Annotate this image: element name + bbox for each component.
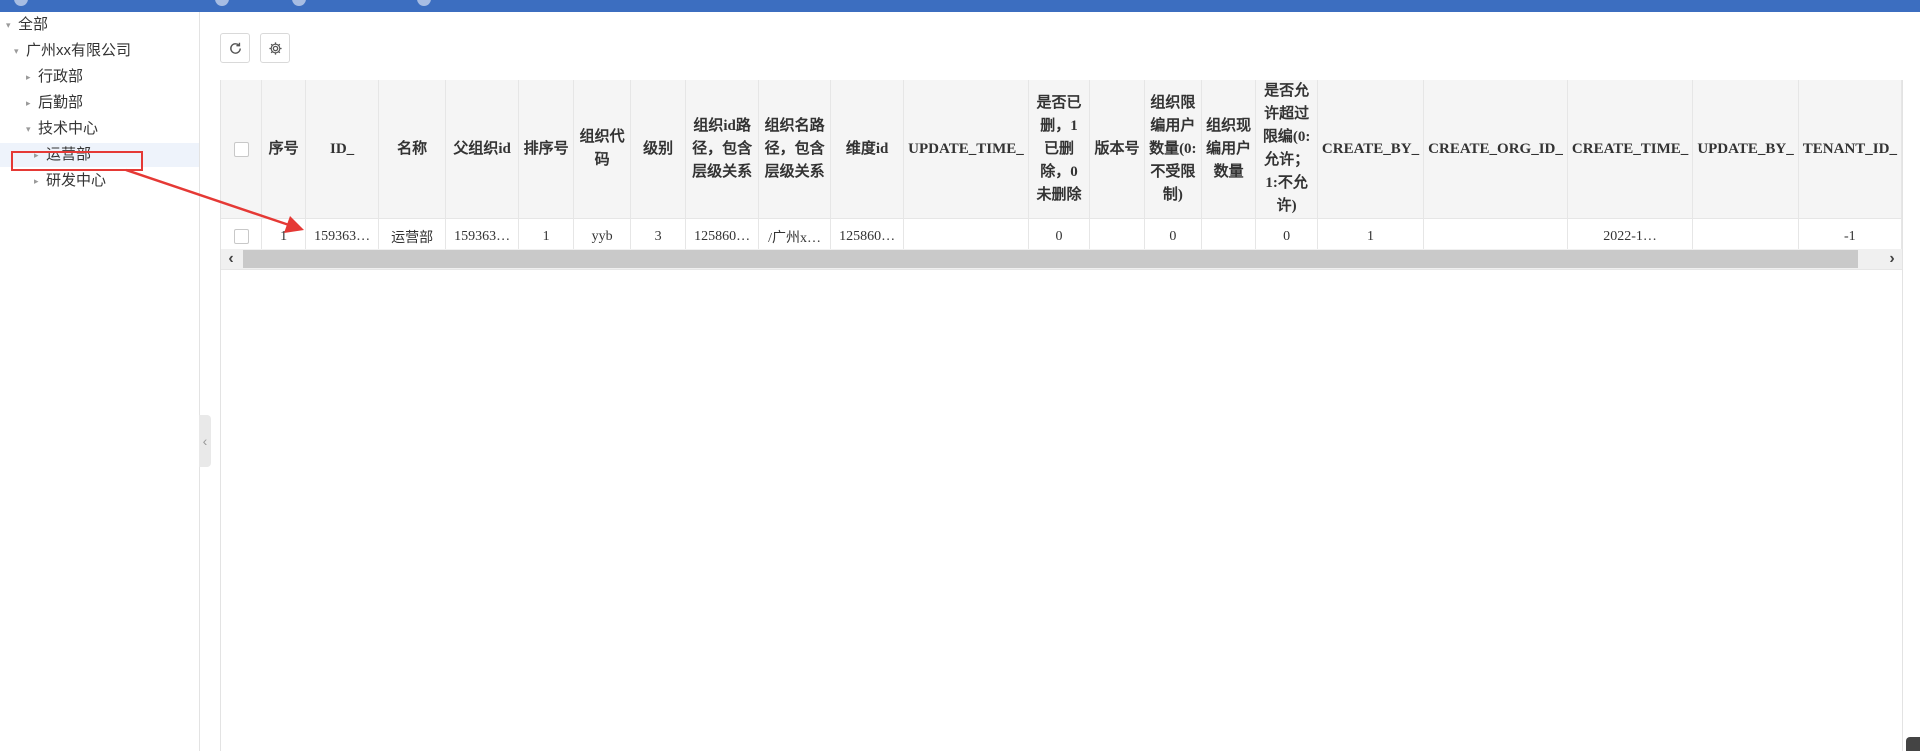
- collapse-panel-handle[interactable]: ‹: [199, 415, 211, 467]
- data-grid: 序号 ID_ 名称 父组织id 排序号 组织代码 级别 组织id路径，包含层级关…: [220, 80, 1903, 751]
- column-header[interactable]: 是否允许超过限编(0:允许；1:不允许): [1255, 80, 1318, 219]
- column-header[interactable]: ID_: [305, 80, 380, 219]
- column-header[interactable]: TENANT_ID_: [1798, 80, 1902, 219]
- column-header[interactable]: 版本号: [1089, 80, 1145, 219]
- select-all-checkbox[interactable]: [233, 141, 249, 157]
- tree-node-label: 后勤部: [38, 94, 84, 111]
- column-header[interactable]: 排序号: [518, 80, 574, 219]
- tree-node-label: 研发中心: [46, 172, 107, 189]
- column-header[interactable]: UPDATE_TIME_: [903, 80, 1029, 219]
- refresh-button[interactable]: [220, 33, 250, 63]
- column-header[interactable]: 维度id: [830, 80, 905, 219]
- column-header[interactable]: CREATE_ORG_ID_: [1423, 80, 1568, 219]
- caret-right-icon[interactable]: ▸: [26, 65, 38, 89]
- nav-icon[interactable]: [417, 0, 431, 6]
- caret-down-icon[interactable]: ▾: [26, 117, 38, 141]
- caret-right-icon[interactable]: ▸: [34, 169, 46, 193]
- table-header-row: 序号 ID_ 名称 父组织id 排序号 组织代码 级别 组织id路径，包含层级关…: [221, 80, 1902, 219]
- tree-node-admin-dept[interactable]: ▸ 行政部: [26, 65, 83, 89]
- tree-node-label: 全部: [18, 16, 49, 33]
- scroll-right-icon[interactable]: ›: [1882, 249, 1902, 269]
- column-header[interactable]: 父组织id: [445, 80, 520, 219]
- column-header[interactable]: 组织id路径，包含层级关系: [685, 80, 760, 219]
- gear-icon: [268, 41, 282, 55]
- caret-right-icon[interactable]: ▸: [26, 91, 38, 115]
- scrollbar-thumb[interactable]: [243, 250, 1858, 268]
- horizontal-scrollbar[interactable]: ‹ ›: [221, 249, 1902, 270]
- column-header[interactable]: 是否已删，1已删除，0未删除: [1028, 80, 1091, 219]
- tree-node-label: 行政部: [38, 68, 84, 85]
- caret-down-icon[interactable]: ▾: [14, 39, 26, 63]
- tree-node-rd-center[interactable]: ▸ 研发中心: [34, 169, 106, 193]
- column-header[interactable]: 组织现编用户数量: [1201, 80, 1257, 219]
- scroll-left-icon[interactable]: ‹: [221, 249, 241, 269]
- settings-button[interactable]: [260, 33, 290, 63]
- chevron-left-icon: ‹: [202, 433, 208, 449]
- column-header[interactable]: CREATE_TIME_: [1567, 80, 1694, 219]
- globe-icon[interactable]: [292, 0, 306, 6]
- tree-node-label: 广州xx有限公司: [26, 42, 132, 59]
- column-header[interactable]: 组织限编用户数量(0:不受限制): [1144, 80, 1202, 219]
- column-header[interactable]: 序号: [261, 80, 306, 219]
- select-all-header[interactable]: [221, 80, 263, 219]
- nav-icon[interactable]: [215, 0, 229, 6]
- nav-icon[interactable]: [14, 0, 28, 6]
- org-tree-panel: ▾ 全部 ▾ 广州xx有限公司 ▸ 行政部 ▸ 后勤部 ▾ 技术中心 ▸ 运营部 ▸ 研发中心: [0, 12, 200, 751]
- caret-down-icon[interactable]: ▾: [6, 13, 18, 37]
- column-header[interactable]: 组织名路径，包含层级关系: [758, 80, 831, 219]
- corner-widget: [1906, 737, 1920, 751]
- tree-node-label: 技术中心: [38, 120, 99, 137]
- column-header[interactable]: 名称: [378, 80, 447, 219]
- annotation-highlight-box: [11, 151, 143, 171]
- tree-node-logistics-dept[interactable]: ▸ 后勤部: [26, 91, 83, 115]
- tree-node-company[interactable]: ▾ 广州xx有限公司: [14, 39, 131, 63]
- column-header[interactable]: UPDATE_BY_: [1692, 80, 1799, 219]
- top-navigation-bar: [0, 0, 1920, 12]
- column-header[interactable]: 组织代码: [573, 80, 632, 219]
- tree-node-all[interactable]: ▾ 全部: [6, 13, 48, 37]
- row-checkbox[interactable]: [233, 228, 249, 244]
- column-header[interactable]: 级别: [630, 80, 686, 219]
- org-table: 序号 ID_ 名称 父组织id 排序号 组织代码 级别 组织id路径，包含层级关…: [221, 80, 1902, 255]
- tree-node-tech-center[interactable]: ▾ 技术中心: [26, 117, 98, 141]
- column-header[interactable]: CREATE_BY_: [1317, 80, 1425, 219]
- refresh-icon: [229, 42, 241, 54]
